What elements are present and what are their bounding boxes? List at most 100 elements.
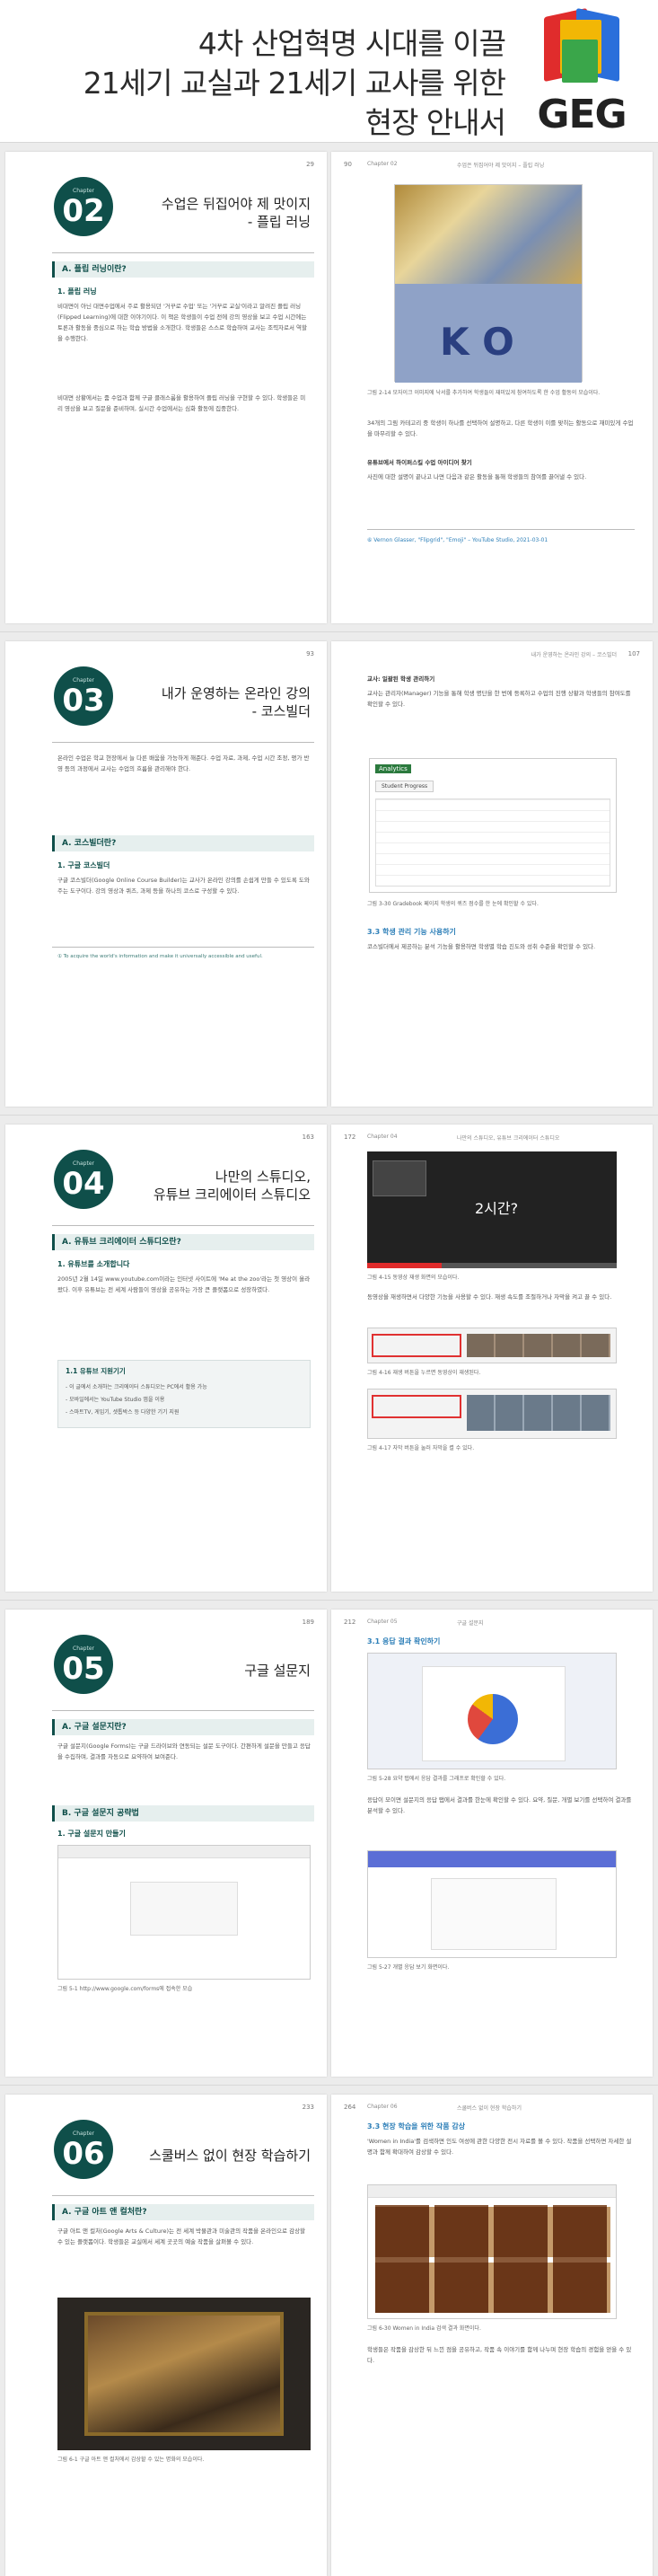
- body-paragraph: 학생들은 작품을 감상한 뒤 느낀 점을 공유하고, 작품 속 이야기를 함께 …: [367, 2346, 632, 2364]
- thumbnail-strip: [467, 1334, 610, 1357]
- mosaic-top-area: [395, 185, 582, 284]
- chapter-title-line2: - 플립 러닝: [247, 214, 311, 230]
- page-number: 90: [344, 161, 352, 168]
- info-box-line: - 스마트TV, 게임기, 셋톱박스 등 다양한 기기 지원: [66, 1409, 180, 1416]
- subsection-heading: 1. 구글 코스빌더: [57, 861, 110, 869]
- arts-culture-screenshot: [367, 2184, 617, 2319]
- figure-caption: 그림 4-17 자막 버튼을 눌러 자막을 켤 수 있다.: [367, 1445, 475, 1451]
- subsection-heading: 1. 플립 러닝: [57, 287, 97, 296]
- section-heading: A. 코스빌더란?: [52, 835, 314, 851]
- figure-caption: 그림 5-1 http://www.google.com/forms에 접속한 …: [57, 1986, 193, 1992]
- section-heading: B. 구글 설문지 공략법: [52, 1805, 314, 1822]
- forms-header-bar: [368, 1851, 616, 1867]
- divider: [52, 742, 314, 743]
- left-page: 233 Chapter 06 스쿨버스 없이 현장 학습하기 A. 구글 아트 …: [5, 2095, 327, 2576]
- footnote-divider: [367, 529, 635, 530]
- body-paragraph: 비대면이 아닌 대면수업에서 주로 활용되던 '거꾸로 수업' 또는 '거꾸로 …: [57, 303, 308, 342]
- page-number: 189: [302, 1619, 314, 1626]
- page-header: 4차 산업혁명 시대를 이끌 21세기 교실과 21세기 교사를 위한 현장 안…: [0, 0, 658, 142]
- analytics-screenshot: Analytics Student Progress: [369, 758, 617, 893]
- left-page: 163 Chapter 04 나만의 스튜디오, 유튜브 크리에이터 스튜디오 …: [5, 1125, 327, 1592]
- divider: [52, 1710, 314, 1711]
- page-number: 172: [344, 1134, 356, 1141]
- chapter-number: 02: [62, 193, 105, 229]
- chapter-number: 04: [62, 1166, 105, 1202]
- body-paragraph: 동영상을 재생하면서 다양한 기능을 사용할 수 있다. 재생 속도를 조절하거…: [367, 1293, 612, 1301]
- subsection-heading: 3.3 현장 학습을 위한 작품 감상: [367, 2122, 466, 2130]
- video-player-screenshot: 2시간?: [367, 1151, 617, 1268]
- figure-caption: 그림 3-30 Gradebook 페이지 학생의 퀴즈 점수를 한 눈에 확인…: [367, 901, 539, 907]
- video-overlay-text: 2시간?: [475, 1200, 519, 1217]
- analytics-panel-title: Analytics: [375, 764, 411, 773]
- right-page: 107 내가 운영하는 온라인 강의 – 코스빌더 교사: 일괄된 학생 관리하…: [331, 641, 653, 1107]
- subsection-heading: 3.3 학생 관리 기능 사용하기: [367, 928, 456, 936]
- logo-text: GEG: [537, 92, 627, 137]
- body-paragraph: 'Women in India'를 검색하면 인도 여성에 관한 다양한 전시 …: [367, 2138, 632, 2156]
- forms-summary-screenshot: [367, 1653, 617, 1769]
- artwork-grid: [375, 2205, 610, 2313]
- mosaic-screenshot: K O: [394, 184, 583, 383]
- chapter-title-line2: 유튜브 크리에이터 스튜디오: [153, 1187, 311, 1203]
- video-progress-fill: [367, 1263, 443, 1268]
- geg-logo: GEG: [528, 7, 636, 137]
- info-box: 1.1 유튜브 지원기기 - 이 글에서 소개하는 크리에이터 스튜디오는 PC…: [57, 1360, 311, 1428]
- running-title: 구글 설문지: [457, 1620, 484, 1627]
- chapter-number: 03: [62, 683, 105, 719]
- chapter-tag: Chapter 06: [367, 2104, 398, 2110]
- page-number: 212: [344, 1619, 356, 1626]
- google-forms-screenshot: [57, 1845, 311, 1980]
- chapter-number: 06: [62, 2136, 105, 2172]
- chapter-title-line1: 스쿨버스 없이 현장 학습하기: [149, 2148, 311, 2164]
- forms-content-card: [130, 1882, 238, 1936]
- spread-chapter-04: 163 Chapter 04 나만의 스튜디오, 유튜브 크리에이터 스튜디오 …: [0, 1115, 658, 1600]
- logo-green-book-shape: [562, 40, 598, 83]
- video-progress-bar[interactable]: [367, 1263, 617, 1268]
- page-number: 163: [302, 1134, 314, 1141]
- chapter-title-line1: 나만의 스튜디오,: [215, 1169, 311, 1185]
- footnote: ⑥ Vernon Glasser, "Flipgrid", "Emoji" – …: [367, 537, 548, 543]
- chapter-badge: Chapter 03: [54, 666, 113, 726]
- body-paragraph: 온라인 수업은 학교 현장에서 늘 다른 배움을 가능하게 해준다. 수업 자료…: [57, 754, 310, 772]
- chapter-badge: Chapter 02: [54, 177, 113, 236]
- student-progress-tab[interactable]: Student Progress: [375, 781, 434, 792]
- left-page: 29 Chapter 02 수업은 뒤집어야 제 맛이지 - 플립 러닝 A. …: [5, 152, 327, 623]
- body-paragraph: 응답이 모이면 설문지의 응답 탭에서 결과를 한눈에 확인할 수 있다. 요약…: [367, 1796, 632, 1814]
- chapter-title: 수업은 뒤집어야 제 맛이지 - 플립 러닝: [162, 195, 311, 231]
- chapter-tag: Chapter 05: [367, 1619, 398, 1625]
- page-number: 264: [344, 2104, 356, 2111]
- body-paragraph: 구글 코스빌더(Google Online Course Builder)는 교…: [57, 877, 310, 895]
- info-box-title: 1.1 유튜브 지원기기: [66, 1367, 126, 1375]
- header-title-line3: 현장 안내서: [364, 105, 506, 140]
- spread-chapter-03: 93 Chapter 03 내가 운영하는 온라인 강의 - 코스빌더 온라인 …: [0, 631, 658, 1115]
- gradebook-table: [375, 798, 610, 887]
- left-page: 93 Chapter 03 내가 운영하는 온라인 강의 - 코스빌더 온라인 …: [5, 641, 327, 1107]
- body-paragraph: 34개의 그림 카테고리 중 학생이 하나를 선택하여 설명하고, 다른 학생이…: [367, 419, 634, 437]
- painting-artwork: [84, 2312, 284, 2436]
- divider: [52, 1225, 314, 1226]
- chapter-title-line1: 수업은 뒤집어야 제 맛이지: [161, 196, 311, 212]
- subsection-heading: 1. 유튜브를 소개합니다: [57, 1260, 130, 1268]
- spread-chapter-06: 233 Chapter 06 스쿨버스 없이 현장 학습하기 A. 구글 아트 …: [0, 2085, 658, 2576]
- browser-toolbar: [368, 2185, 616, 2198]
- bullet-heading: 교사: 일괄된 학생 관리하기: [367, 675, 435, 683]
- forms-individual-screenshot: [367, 1850, 617, 1958]
- bullet-heading: 유튜브에서 하이퍼스킬 수업 아이디어 찾기: [367, 459, 472, 466]
- video-menu-popup[interactable]: [373, 1160, 426, 1196]
- running-title: 나만의 스튜디오, 유튜브 크리에이터 스튜디오: [457, 1135, 560, 1142]
- handwriting-mark: K O: [440, 320, 514, 364]
- chapter-title-line1: 구글 설문지: [244, 1663, 311, 1679]
- chapter-title: 내가 운영하는 온라인 강의 - 코스빌더: [162, 684, 311, 720]
- section-heading: A. 플립 러닝이란?: [52, 261, 314, 278]
- figure-caption: 그림 6-1 구글 아트 앤 컬처에서 감상할 수 있는 명화의 모습이다.: [57, 2457, 205, 2463]
- section-heading: A. 구글 아트 앤 컬처란?: [52, 2204, 314, 2220]
- figure-caption: 그림 4-16 재생 버튼을 누르면 동영상이 재생된다.: [367, 1370, 481, 1376]
- page-number: 107: [627, 650, 640, 657]
- subtitle-strip-screenshot: [367, 1389, 617, 1439]
- spread-chapter-05: 189 Chapter 05 구글 설문지 A. 구글 설문지란? 구글 설문지…: [0, 1600, 658, 2085]
- running-title: 수업은 뒤집어야 제 맛이지 – 플립 러닝: [457, 163, 545, 169]
- header-title-line1: 4차 산업혁명 시대를 이끌: [197, 26, 506, 61]
- info-box-line: - 모바일에서는 YouTube Studio 앱을 이용: [66, 1397, 165, 1403]
- page-number: 233: [302, 2104, 314, 2111]
- right-page: 264 Chapter 06 스쿨버스 없이 현장 학습하기 3.3 현장 학습…: [331, 2095, 653, 2576]
- divider: [52, 252, 314, 253]
